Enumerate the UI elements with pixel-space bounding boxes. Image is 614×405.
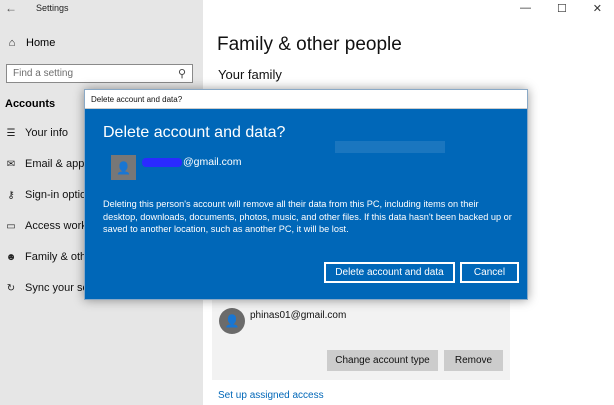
search-placeholder: Find a setting [13, 68, 74, 79]
dialog-email: @gmail.com [183, 156, 242, 168]
delete-account-dialog: Delete account and data? Delete account … [84, 89, 528, 300]
background-field [335, 141, 445, 153]
remove-button[interactable]: Remove [444, 350, 503, 371]
dialog-title-bar: Delete account and data? [85, 90, 527, 109]
sync-icon: ↻ [6, 282, 16, 294]
maximize-icon[interactable]: ☐ [557, 2, 567, 15]
page-title: Family & other people [217, 34, 402, 55]
sidebar-item-access-work[interactable]: ▭ Access work c [5, 220, 95, 232]
avatar: 👤 [219, 308, 245, 334]
mail-icon: ✉ [6, 158, 16, 170]
window-controls: — ☐ ✕ [504, 0, 614, 16]
dialog-account: @gmail.com [142, 156, 242, 168]
sidebar-item-home[interactable]: ⌂ Home [6, 37, 56, 49]
sidebar-item-your-info[interactable]: ☰ Your info [5, 127, 69, 139]
redaction-scribble [142, 157, 182, 167]
section-heading: Your family [218, 67, 282, 82]
home-icon: ⌂ [8, 37, 16, 49]
sidebar-item-family[interactable]: ☻ Family & othe [5, 251, 93, 263]
title-bar: ← Settings [0, 0, 203, 16]
sidebar-item-sign-in-options[interactable]: ⚷ Sign-in option [5, 189, 92, 201]
account-email: phinas01@gmail.com [250, 310, 347, 321]
app-title: Settings [36, 3, 69, 13]
close-icon[interactable]: ✕ [593, 2, 602, 15]
avatar: 👤 [111, 155, 136, 180]
delete-account-button[interactable]: Delete account and data [324, 262, 455, 283]
change-account-type-button[interactable]: Change account type [327, 350, 438, 371]
sidebar-item-label: Sign-in option [25, 189, 93, 201]
sidebar-item-label: Your info [25, 127, 69, 139]
briefcase-icon: ▭ [6, 220, 16, 232]
account-card[interactable]: 👤 phinas01@gmail.com Change account type… [212, 300, 510, 380]
person-card-icon: ☰ [6, 127, 16, 139]
back-arrow-icon[interactable]: ← [0, 0, 22, 16]
sidebar-item-label: Family & othe [25, 251, 93, 263]
cancel-button[interactable]: Cancel [460, 262, 519, 283]
minimize-icon[interactable]: — [520, 2, 531, 14]
sidebar-item-email-accounts[interactable]: ✉ Email & app a [5, 158, 94, 170]
search-icon[interactable]: ⚲ [178, 67, 186, 80]
sidebar-item-label: Home [26, 37, 56, 49]
people-icon: ☻ [5, 251, 17, 263]
key-icon: ⚷ [7, 189, 15, 201]
dialog-heading: Delete account and data? [103, 124, 286, 141]
assigned-access-link[interactable]: Set up assigned access [218, 390, 324, 401]
section-title: Accounts [5, 98, 56, 110]
dialog-message: Deleting this person's account will remo… [103, 199, 512, 234]
search-input[interactable]: Find a setting ⚲ [6, 64, 193, 83]
